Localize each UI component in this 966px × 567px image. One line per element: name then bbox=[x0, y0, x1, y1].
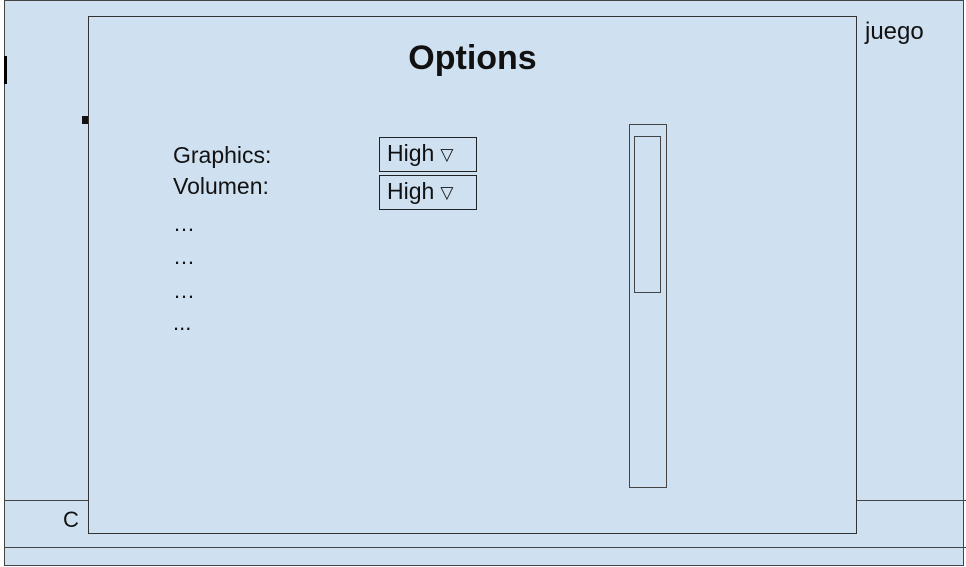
scrollbar-thumb[interactable] bbox=[634, 136, 661, 293]
dialog-title: Options bbox=[408, 39, 537, 77]
placeholder-ellipsis: … bbox=[173, 278, 195, 303]
graphics-label: Graphics: bbox=[173, 142, 272, 168]
background-divider-bottom bbox=[4, 547, 966, 548]
volumen-select[interactable]: High ▽ bbox=[379, 175, 477, 210]
placeholder-ellipsis: ... bbox=[173, 310, 192, 335]
graphics-select-value: High bbox=[387, 140, 435, 166]
dropdown-arrow-icon: ▽ bbox=[440, 182, 454, 202]
background-footer-fragment: C bbox=[63, 507, 79, 532]
placeholder-ellipsis: … bbox=[173, 244, 195, 269]
volumen-select-value: High bbox=[387, 178, 435, 204]
options-dialog: Options Graphics: High ▽ Volumen: High ▽ …… bbox=[88, 16, 857, 534]
background-left-marker bbox=[4, 56, 7, 84]
vertical-scrollbar[interactable] bbox=[629, 124, 667, 488]
volumen-label: Volumen: bbox=[173, 173, 269, 199]
background-title-fragment: juego bbox=[865, 18, 924, 45]
dropdown-arrow-icon: ▽ bbox=[440, 144, 454, 164]
graphics-select[interactable]: High ▽ bbox=[379, 137, 477, 172]
placeholder-ellipsis: … bbox=[173, 211, 195, 236]
